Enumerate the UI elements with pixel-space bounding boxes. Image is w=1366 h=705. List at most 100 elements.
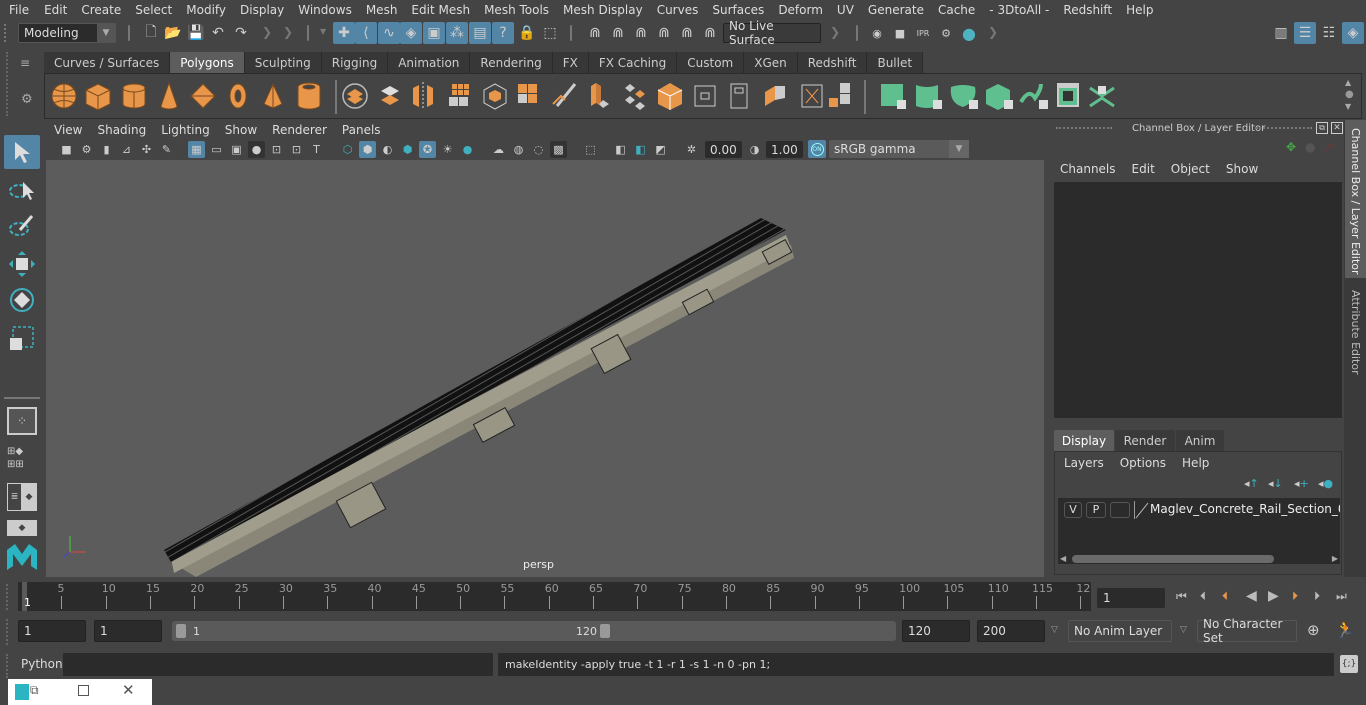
combine-icon[interactable] <box>342 83 368 109</box>
four-view-layout-icon[interactable]: ⊞◆ ⊞⊞ <box>7 445 37 473</box>
smooth-shade-icon[interactable]: ⬢ <box>359 141 376 158</box>
manipulator-icon[interactable]: ✥ <box>1286 140 1296 154</box>
snap-to-view-plane-icon[interactable]: ⋒ <box>653 22 675 44</box>
timeline-grip[interactable] <box>6 584 10 610</box>
menu-edit[interactable]: Edit <box>44 3 67 17</box>
play-backwards-icon[interactable]: ◀ <box>1246 588 1257 604</box>
shelf-tab-custom[interactable]: Custom <box>677 52 745 73</box>
layer-tab-render[interactable]: Render <box>1115 430 1175 451</box>
animation-end-field[interactable]: 200 <box>977 620 1045 642</box>
options-menu[interactable]: Options <box>1120 456 1166 470</box>
render-view-icon[interactable]: ◉ <box>866 22 888 44</box>
step-forward-key-icon[interactable]: ⏵ <box>1292 589 1298 604</box>
viewport-menu-lighting[interactable]: Lighting <box>161 123 210 137</box>
menu-deform[interactable]: Deform <box>778 3 823 17</box>
poly-pyramid-icon[interactable] <box>263 82 283 109</box>
layer-color-swatch[interactable] <box>1134 501 1149 519</box>
shelf-settings-icon[interactable]: ⚙ <box>21 92 33 107</box>
viewport-menu-show[interactable]: Show <box>225 123 257 137</box>
channels-menu[interactable]: Channels <box>1060 162 1116 176</box>
ipr-render-icon[interactable]: IPR <box>912 22 934 44</box>
show-menu[interactable]: Show <box>1226 162 1258 176</box>
channel-list[interactable] <box>1054 182 1342 418</box>
range-grip[interactable] <box>6 619 10 645</box>
exposure-field[interactable]: 0.00 <box>705 141 742 158</box>
cmdline-grip[interactable] <box>6 654 10 678</box>
uv-spherical-icon[interactable] <box>950 85 978 109</box>
gate-mask-icon[interactable]: ● <box>248 141 265 158</box>
uv-unfold-icon[interactable] <box>1089 86 1115 108</box>
select-tool-icon[interactable] <box>4 135 40 169</box>
viewport-menu-panels[interactable]: Panels <box>342 123 381 137</box>
go-to-end-icon[interactable]: ⏭ <box>1336 589 1347 604</box>
menu-modify[interactable]: Modify <box>186 3 226 17</box>
viewport-menu-renderer[interactable]: Renderer <box>272 123 327 137</box>
uv-editor-icon[interactable] <box>1057 83 1079 107</box>
scroll-left-icon[interactable]: ◀ <box>1060 554 1066 563</box>
textured-icon[interactable]: ✪ <box>419 141 436 158</box>
menu-windows[interactable]: Windows <box>298 3 352 17</box>
resolution-gate-icon[interactable]: ▣ <box>228 141 245 158</box>
select-by-hierarchy-icon[interactable]: ✚ <box>333 22 355 44</box>
smooth-icon[interactable] <box>449 84 469 106</box>
menu-3dtoall[interactable]: - 3DtoAll - <box>989 3 1049 17</box>
layer-list-hscrollbar[interactable]: ◀ ▶ <box>1058 554 1340 564</box>
shelf-scroll-up-icon[interactable]: ▲ <box>1345 78 1351 87</box>
command-input[interactable] <box>63 653 493 676</box>
side-tab-channel-box[interactable]: Channel Box / Layer Editor <box>1345 120 1366 278</box>
shelf-tab-curves-surfaces[interactable]: Curves / Surfaces <box>44 52 171 73</box>
grid-icon[interactable]: ▦ <box>188 141 205 158</box>
menu-mesh-tools[interactable]: Mesh Tools <box>484 3 549 17</box>
object-menu[interactable]: Object <box>1171 162 1210 176</box>
auto-key-icon[interactable]: ⊕ <box>1307 621 1320 639</box>
shadows-icon[interactable]: ● <box>459 141 476 158</box>
side-tab-attribute-editor[interactable]: Attribute Editor <box>1345 282 1366 382</box>
safe-action-icon[interactable]: ⊡ <box>288 141 305 158</box>
extract-icon[interactable] <box>829 83 850 107</box>
shelf-scroll-menu-icon[interactable]: ● <box>1345 89 1354 100</box>
append-icon[interactable] <box>657 83 683 110</box>
speed-icon[interactable]: ● <box>1305 140 1315 154</box>
range-end-handle[interactable] <box>600 624 610 638</box>
panel-grip[interactable] <box>1056 127 1112 131</box>
move-layer-up-icon[interactable]: ◂↑ <box>1244 477 1259 490</box>
safe-title-icon[interactable]: T <box>308 141 325 158</box>
color-management-toggle[interactable]: ON <box>808 140 826 158</box>
hypershade-icon[interactable]: ● <box>958 22 980 44</box>
gamma-icon[interactable]: ◑ <box>746 141 763 158</box>
rail-model[interactable] <box>46 160 1044 577</box>
shelf-tab-sculpting[interactable]: Sculpting <box>244 52 322 73</box>
poly-sphere-icon[interactable] <box>51 83 77 109</box>
shelf-tab-rendering[interactable]: Rendering <box>470 52 553 73</box>
live-surface-field[interactable]: No Live Surface <box>723 19 821 47</box>
workspace-dropdown[interactable]: Modeling ▼ <box>18 23 116 43</box>
animation-start-field[interactable]: 1 <box>18 620 86 642</box>
menu-select[interactable]: Select <box>135 3 172 17</box>
close-icon[interactable]: ✕ <box>1331 122 1343 134</box>
restore-icon[interactable]: ⧉ <box>30 683 39 698</box>
uv-contour-icon[interactable] <box>1019 83 1048 109</box>
range-slider-bar[interactable] <box>172 621 896 641</box>
layer-tab-display[interactable]: Display <box>1054 430 1114 451</box>
go-to-start-icon[interactable]: ⏮ <box>1176 589 1187 604</box>
wireframe-on-shaded-icon[interactable]: ⬢ <box>399 141 416 158</box>
modeling-toolkit-icon[interactable]: ▥ <box>1270 22 1292 44</box>
tool-settings-icon[interactable]: ☷ <box>1318 22 1340 44</box>
shelf-tab-polygons[interactable]: Polygons <box>170 52 245 73</box>
poly-diamond-icon[interactable] <box>190 83 216 109</box>
viewport-menu-shading[interactable]: Shading <box>97 123 146 137</box>
channel-box-toggle-icon[interactable]: ◈ <box>1342 22 1364 44</box>
undo-icon[interactable]: ↶ <box>207 22 229 44</box>
shelf-scroll-down-icon[interactable]: ▼ <box>1345 102 1351 111</box>
menu-help[interactable]: Help <box>1126 3 1153 17</box>
color-space-dropdown[interactable]: sRGB gamma ▼ <box>829 140 969 158</box>
poly-cube-icon[interactable] <box>85 83 111 111</box>
chevron-down-icon[interactable]: ▼ <box>320 27 326 36</box>
chevron-down-icon[interactable]: ▽ <box>1180 625 1187 635</box>
menu-mesh-display[interactable]: Mesh Display <box>563 3 643 17</box>
viewport-persp[interactable]: persp <box>46 160 1044 577</box>
bookmark-icon[interactable]: ▮ <box>98 141 115 158</box>
multi-cut-icon[interactable] <box>552 83 577 107</box>
anim-layer-dropdown[interactable]: No Anim Layer <box>1068 620 1172 642</box>
fill-hole-icon[interactable] <box>694 85 716 107</box>
